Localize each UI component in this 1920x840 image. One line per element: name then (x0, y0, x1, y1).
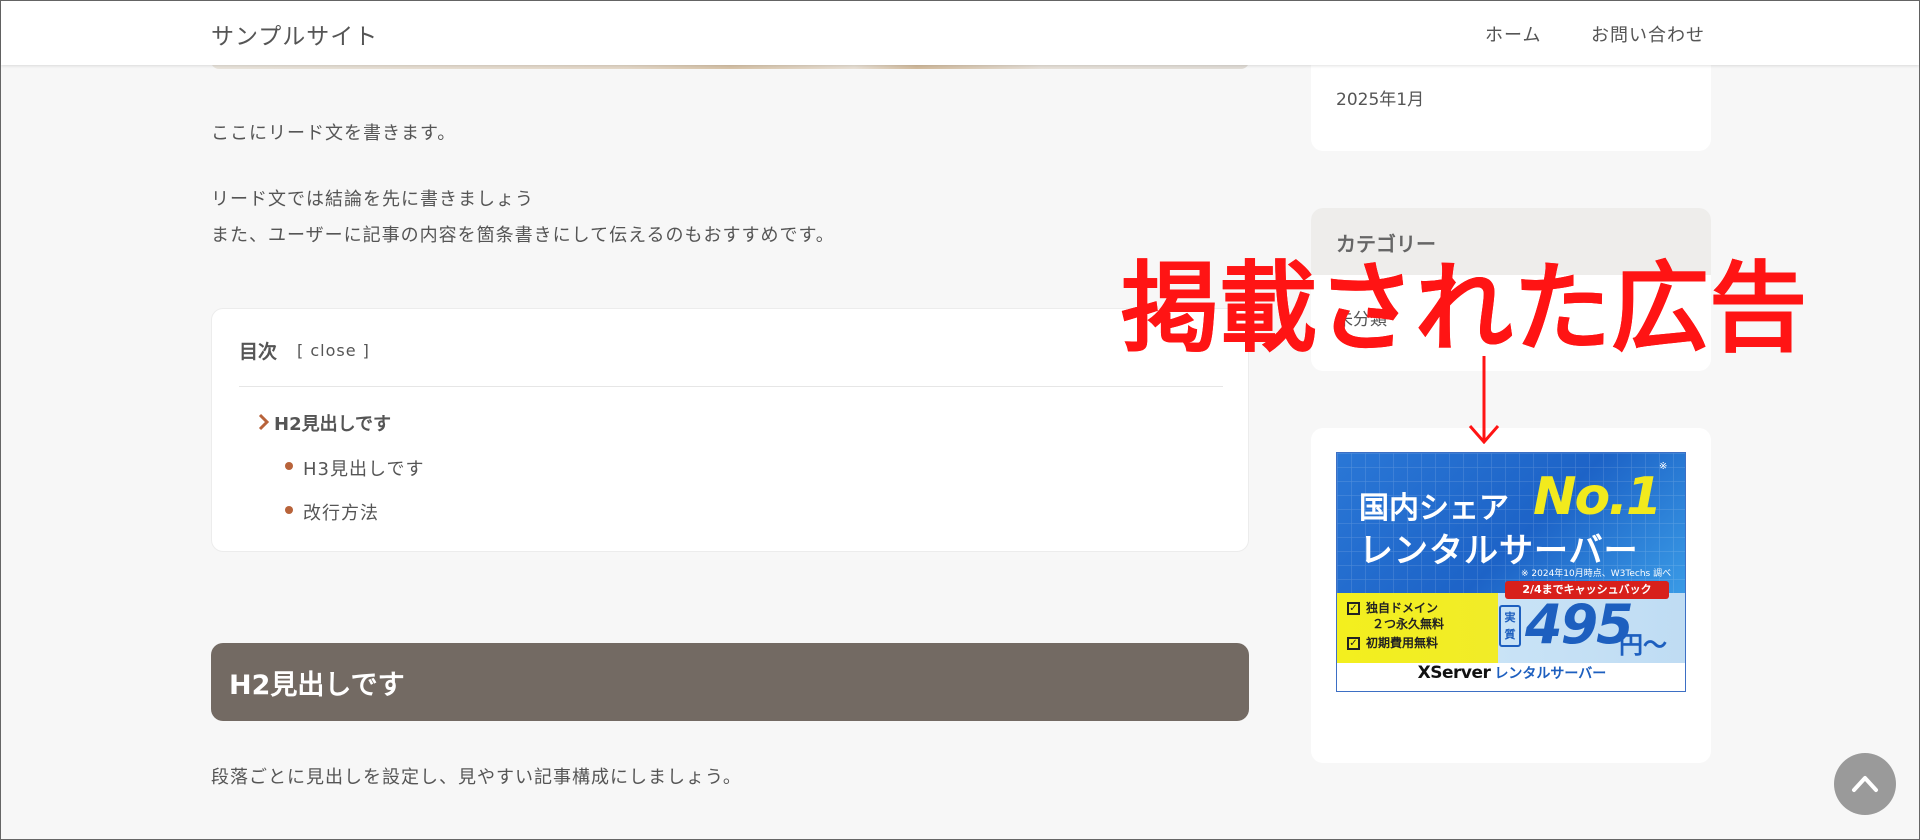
ad-headline: 国内シェア (1359, 491, 1509, 526)
xserver-ad-banner[interactable]: 国内シェア No.1 ※ レンタルサーバー ※ 2024年10月時点、W3Tec… (1336, 452, 1686, 692)
lead-text: ここにリード文を書きます。 (211, 123, 457, 144)
h2-heading: H2見出しです (211, 643, 1249, 721)
toc-close-toggle[interactable]: [ close ] (297, 341, 370, 360)
toc-item-h2[interactable]: H2見出しです (274, 410, 391, 436)
archive-link[interactable]: 2025年1月 (1336, 85, 1424, 110)
ad-widget: 国内シェア No.1 ※ レンタルサーバー ※ 2024年10月時点、W3Tec… (1311, 428, 1711, 763)
paragraph: 段落ごとに見出しを設定し、見やすい記事構成にしましょう。 (211, 767, 742, 788)
toc-item-h3[interactable]: 改行方法 (303, 499, 379, 525)
chevron-right-icon (258, 413, 270, 431)
toc-divider (239, 386, 1223, 387)
chevron-up-icon (1852, 776, 1878, 792)
ad-brand: XServer (1417, 663, 1491, 683)
toc-item-h3[interactable]: H3見出しです (303, 455, 424, 481)
ad-brand-sub: レンタルサーバー (1494, 666, 1607, 682)
arrow-down-icon (1468, 356, 1500, 444)
site-header: サンプルサイト ホーム お問い合わせ (1, 1, 1919, 65)
ad-check-text: ２つ永久無料 (1372, 617, 1445, 631)
nav-home-link[interactable]: ホーム (1485, 21, 1541, 47)
bullet-icon (285, 462, 293, 470)
ad-price: 495 (1525, 593, 1634, 656)
back-to-top-button[interactable] (1834, 753, 1896, 815)
toc-title: 目次 (239, 341, 278, 363)
ad-jitsu-label: 実質 (1499, 605, 1521, 647)
checkbox-icon: ✓ (1347, 637, 1360, 650)
table-of-contents: 目次 [ close ] H2見出しです H3見出しです 改行方法 (211, 308, 1249, 552)
h2-heading-text: H2見出しです (229, 670, 405, 701)
site-title[interactable]: サンプルサイト (211, 17, 378, 51)
ad-check-text: 初期費用無料 (1366, 636, 1439, 650)
ad-no1: No.1 (1533, 467, 1662, 527)
ad-subheadline: レンタルサーバー (1359, 531, 1639, 571)
ad-check-item: ✓ 独自ドメイン (1347, 599, 1438, 616)
lead-text: また、ユーザーに記事の内容を箇条書きにして伝えるのもおすすめです。 (211, 225, 835, 246)
lead-text: リード文では結論を先に書きましょう (211, 189, 534, 210)
bullet-icon (285, 506, 293, 514)
ad-note: ※ 2024年10月時点、W3Techs 調べ (1521, 569, 1672, 579)
ad-check-text: 独自ドメイン (1366, 601, 1439, 615)
ad-check-item: ✓ 初期費用無料 (1347, 634, 1438, 651)
nav-contact-link[interactable]: お問い合わせ (1591, 21, 1705, 47)
ad-brand-bar: XServer レンタルサーバー (1337, 663, 1685, 691)
checkbox-icon: ✓ (1347, 602, 1360, 615)
annotation-label: 掲載された広告 (1121, 252, 1808, 366)
ad-price-unit: 円〜 (1619, 631, 1667, 659)
ad-footnote-mark: ※ (1659, 461, 1668, 472)
